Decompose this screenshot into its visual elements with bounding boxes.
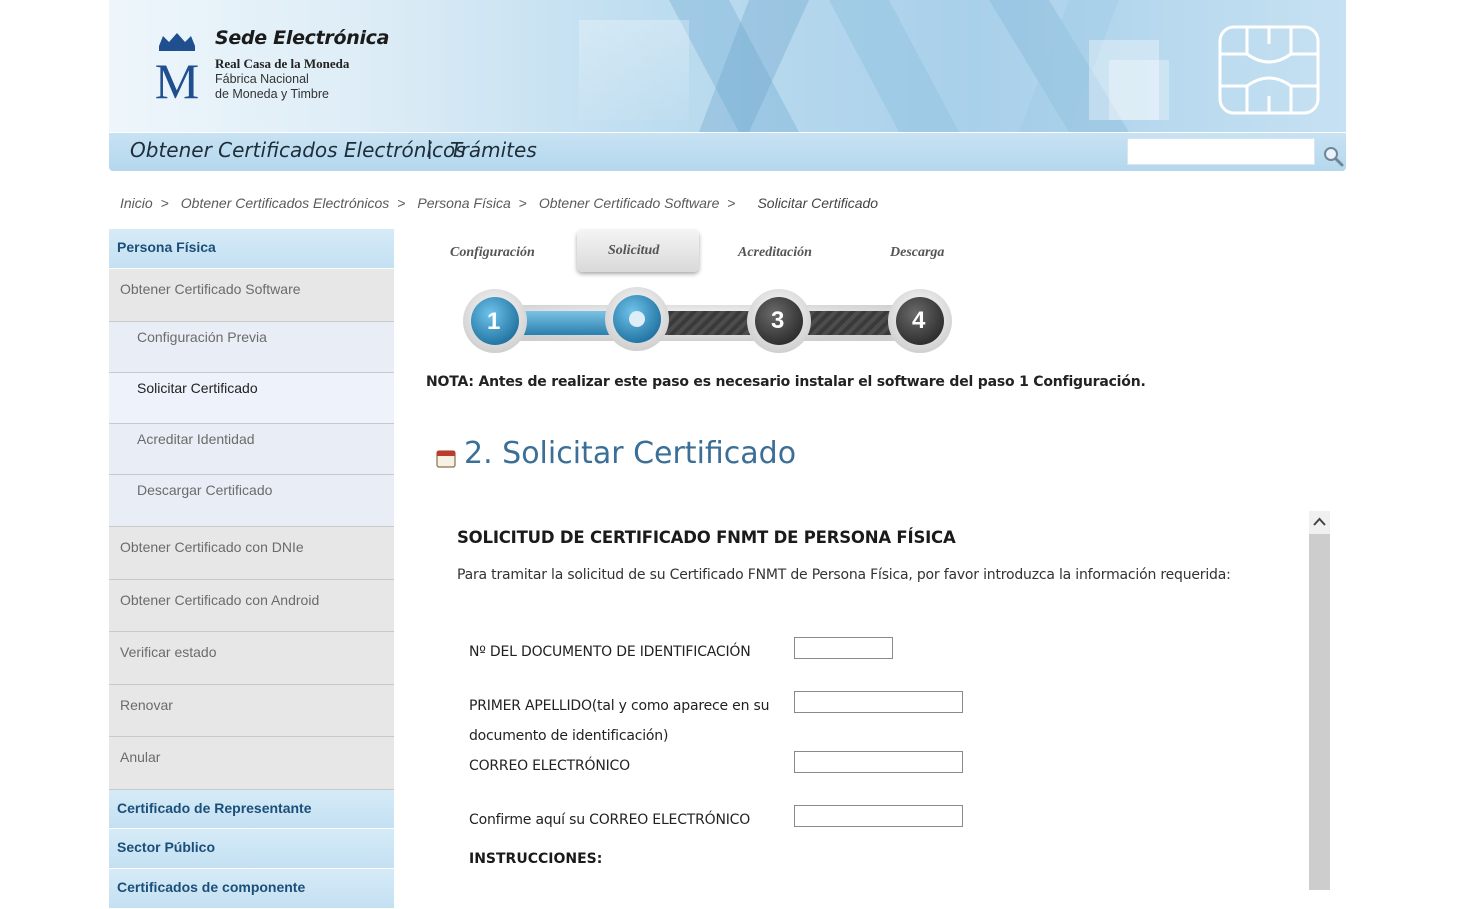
note-text: NOTA: Antes de realizar este paso es nec… bbox=[426, 374, 1146, 390]
breadcrumb-obtener-certificados[interactable]: Obtener Certificados Electrónicos bbox=[181, 195, 390, 211]
sidebar-header-componente[interactable]: Certificados de componente bbox=[109, 869, 394, 909]
breadcrumb-separator: > bbox=[397, 195, 406, 211]
brand-org-line1: Fábrica Nacional bbox=[215, 72, 309, 86]
brand-org-line2: de Moneda y Timbre bbox=[215, 87, 329, 101]
doc-number-label: Nº DEL DOCUMENTO DE IDENTIFICACIÓN bbox=[469, 644, 751, 660]
breadcrumb: Inicio > Obtener Certificados Electrónico… bbox=[120, 195, 884, 211]
doc-number-input[interactable] bbox=[794, 637, 893, 659]
breadcrumb-certificado-software[interactable]: Obtener Certificado Software bbox=[539, 195, 720, 211]
email-label: CORREO ELECTRÓNICO bbox=[469, 758, 630, 774]
apellido-label-line2: documento de identificación) bbox=[469, 728, 669, 744]
search-icon[interactable] bbox=[1322, 145, 1344, 167]
sidebar-item-acreditar-identidad[interactable]: Acreditar Identidad bbox=[109, 424, 394, 475]
breadcrumb-separator: > bbox=[727, 195, 736, 211]
brand-subtitle: Real Casa de la Moneda bbox=[215, 56, 350, 71]
breadcrumb-persona-fisica[interactable]: Persona Física bbox=[417, 195, 510, 211]
sidebar-item-certificado-dnie[interactable]: Obtener Certificado con DNIe bbox=[109, 527, 394, 580]
sidebar-item-renovar[interactable]: Renovar bbox=[109, 685, 394, 737]
sidebar-item-anular[interactable]: Anular bbox=[109, 737, 394, 790]
breadcrumb-separator: > bbox=[160, 195, 169, 211]
brand-title: Sede Electrónica bbox=[215, 27, 390, 49]
form-intro: Para tramitar la solicitud de su Certifi… bbox=[457, 567, 1231, 583]
apellido-label-line1: PRIMER APELLIDO(tal y como aparece en su bbox=[469, 698, 770, 714]
apellido-input[interactable] bbox=[794, 691, 963, 713]
instructions-heading: INSTRUCCIONES: bbox=[469, 851, 603, 867]
scroll-up-arrow-icon[interactable] bbox=[1309, 511, 1330, 533]
calendar-icon bbox=[436, 450, 456, 468]
sidebar-item-certificado-software[interactable]: Obtener Certificado Software bbox=[109, 269, 394, 322]
sidebar-item-certificado-android[interactable]: Obtener Certificado con Android bbox=[109, 580, 394, 632]
sidebar-header-representante[interactable]: Certificado de Representante bbox=[109, 790, 394, 829]
step-number-4: 4 bbox=[912, 307, 926, 334]
search-input[interactable] bbox=[1127, 138, 1315, 165]
breadcrumb-separator: > bbox=[518, 195, 527, 211]
scrollbar-thumb[interactable] bbox=[1309, 534, 1330, 890]
progress-steps: Configuración Solicitud Acreditación Des… bbox=[430, 228, 970, 363]
email-confirm-input[interactable] bbox=[794, 805, 963, 827]
section-title: 2. Solicitar Certificado bbox=[464, 436, 797, 471]
site-header: M Sede Electrónica Real Casa de la Moned… bbox=[109, 0, 1346, 171]
apellido-label: PRIMER APELLIDO(tal y como aparece en su… bbox=[469, 691, 769, 751]
fnmt-crown-logo: M bbox=[155, 33, 199, 102]
sidebar-item-configuracion-previa[interactable]: Configuración Previa bbox=[109, 322, 394, 373]
email-confirm-label: Confirme aquí su CORREO ELECTRÓNICO bbox=[469, 812, 751, 828]
sidebar-item-verificar-estado[interactable]: Verificar estado bbox=[109, 632, 394, 685]
form-iframe: SOLICITUD DE CERTIFICADO FNMT DE PERSONA… bbox=[430, 511, 1330, 890]
nav-tramites[interactable]: Trámites bbox=[450, 138, 537, 162]
sidebar-item-descargar-certificado[interactable]: Descargar Certificado bbox=[109, 475, 394, 527]
step-number-3: 3 bbox=[771, 307, 785, 334]
main-navbar: Obtener Certificados Electrónicos | Trám… bbox=[109, 132, 1346, 171]
nav-obtener-certificados[interactable]: Obtener Certificados Electrónicos bbox=[130, 138, 466, 162]
svg-text:M: M bbox=[155, 53, 199, 102]
smart-chip-icon bbox=[1218, 25, 1320, 115]
breadcrumb-inicio[interactable]: Inicio bbox=[120, 195, 153, 211]
breadcrumb-current: Solicitar Certificado bbox=[757, 195, 879, 211]
sidebar-header-persona-fisica[interactable]: Persona Física bbox=[109, 229, 394, 269]
scroll-up-button[interactable] bbox=[1309, 511, 1330, 533]
step-number-1: 1 bbox=[487, 308, 501, 335]
sidebar-item-solicitar-certificado[interactable]: Solicitar Certificado bbox=[109, 373, 394, 424]
step-track bbox=[463, 287, 952, 353]
nav-separator: | bbox=[427, 138, 433, 160]
sidebar: Persona Física Obtener Certificado Softw… bbox=[109, 229, 394, 909]
email-input[interactable] bbox=[794, 751, 963, 773]
sidebar-header-sector-publico[interactable]: Sector Público bbox=[109, 829, 394, 869]
brand-organization: Fábrica Nacional de Moneda y Timbre bbox=[215, 72, 329, 102]
form-title: SOLICITUD DE CERTIFICADO FNMT DE PERSONA… bbox=[457, 528, 956, 547]
scrollbar[interactable] bbox=[1309, 511, 1330, 890]
